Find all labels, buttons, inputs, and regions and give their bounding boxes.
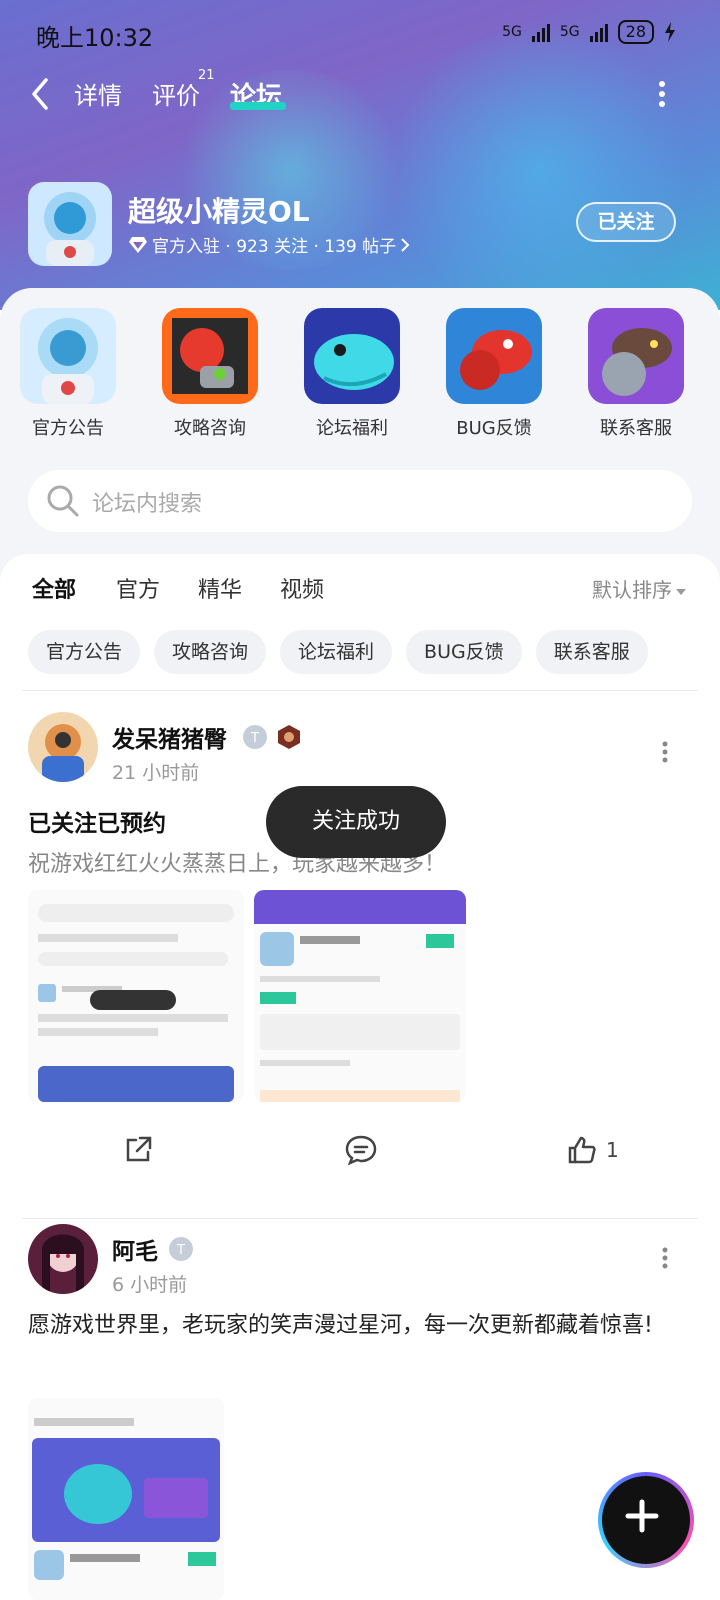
official-notice-icon <box>20 308 116 404</box>
review-count: 21 <box>198 68 215 83</box>
active-filter-indicator <box>36 604 74 612</box>
category-label: 官方公告 <box>32 418 104 439</box>
category-label: 联系客服 <box>600 418 672 439</box>
status-bar: 晚上10:32 5G 5G 28 <box>0 0 720 64</box>
status-icons: 5G 5G 28 <box>502 20 676 44</box>
search-input[interactable]: 论坛内搜索 <box>92 486 202 518</box>
active-tab-indicator <box>230 102 286 110</box>
filter-tab-video[interactable]: 视频 <box>280 572 324 604</box>
app-root: 晚上10:32 5G 5G 28 详情 评价 21 论坛 超级小精灵OL 官方入驻… <box>0 0 720 1600</box>
network-label: 5G <box>559 24 580 40</box>
sort-dropdown[interactable]: 默认排序 <box>592 574 686 603</box>
divider <box>22 690 698 691</box>
tab-review-label: 评价 <box>152 82 200 110</box>
avatar[interactable] <box>28 1224 98 1294</box>
search-icon <box>47 485 79 517</box>
back-arrow-icon[interactable] <box>28 76 52 112</box>
filter-tab-official[interactable]: 官方 <box>116 572 160 604</box>
thumbs-up-icon <box>568 1136 596 1164</box>
filter-tab-featured[interactable]: 精华 <box>198 572 242 604</box>
caret-down-icon <box>676 588 686 595</box>
battery-icon: 28 <box>617 20 654 44</box>
tab-review[interactable]: 评价 21 <box>152 68 215 111</box>
svg-text:T: T <box>176 1243 185 1258</box>
status-time: 晚上10:32 <box>36 24 154 52</box>
game-icon[interactable] <box>28 182 112 266</box>
like-count: 1 <box>606 1138 619 1162</box>
game-meta-text: 官方入驻 · 923 关注 · 139 帖子 <box>152 237 397 257</box>
toast-message: 关注成功 <box>266 786 446 858</box>
post-image[interactable] <box>28 890 244 1102</box>
post-title: 已关注已预约 <box>28 811 166 837</box>
signal-icon <box>531 22 550 42</box>
category-strategy[interactable]: 攻略咨询 <box>160 308 260 440</box>
follow-button[interactable]: 已关注 <box>576 202 676 242</box>
post-actions: 1 <box>0 1120 720 1180</box>
category-welfare[interactable]: 论坛福利 <box>302 308 402 440</box>
level-badge-icon: T <box>169 1237 193 1261</box>
game-info: 超级小精灵OL 官方入驻 · 923 关注 · 139 帖子 已关注 <box>28 182 692 266</box>
level-badge-icon: T <box>243 725 267 749</box>
category-support[interactable]: 联系客服 <box>586 308 686 440</box>
post-body: 愿游戏世界里，老玩家的笑声漫过星河，每一次更新都藏着惊喜! <box>28 1313 653 1338</box>
tab-detail[interactable]: 详情 <box>74 76 122 111</box>
post-time: 21 小时前 <box>112 762 200 784</box>
chip-official[interactable]: 官方公告 <box>28 630 141 674</box>
comment-icon <box>345 1135 377 1166</box>
create-post-button[interactable] <box>598 1472 694 1568</box>
author-name[interactable]: 发呆猪猪臀 <box>112 720 227 754</box>
share-icon <box>126 1136 152 1162</box>
like-button[interactable]: 1 <box>566 1132 619 1168</box>
strategy-icon <box>162 308 258 404</box>
filter-tab-all[interactable]: 全部 <box>32 572 76 604</box>
medal-badge-icon <box>278 725 300 749</box>
category-label: 攻略咨询 <box>174 418 246 439</box>
game-name: 超级小精灵OL <box>128 195 310 228</box>
chip-bug[interactable]: BUG反馈 <box>406 630 522 674</box>
avatar[interactable] <box>28 712 98 782</box>
category-official[interactable]: 官方公告 <box>18 308 118 440</box>
post-image[interactable] <box>254 890 466 1102</box>
comment-button[interactable] <box>344 1132 378 1168</box>
category-bug[interactable]: BUG反馈 <box>444 308 544 440</box>
more-menu-icon[interactable] <box>658 80 666 108</box>
chevron-right-icon <box>401 237 410 252</box>
author-name[interactable]: 阿毛 <box>112 1232 158 1266</box>
divider <box>22 1218 698 1219</box>
plus-icon <box>625 1499 659 1533</box>
category-label: 论坛福利 <box>316 418 388 439</box>
sort-label: 默认排序 <box>592 578 672 602</box>
charging-icon <box>665 22 675 42</box>
signal-icon <box>589 22 608 42</box>
post-time: 6 小时前 <box>112 1274 188 1296</box>
chip-strategy[interactable]: 攻略咨询 <box>154 630 267 674</box>
chip-welfare[interactable]: 论坛福利 <box>280 630 393 674</box>
forum-search[interactable]: 论坛内搜索 <box>28 470 692 532</box>
category-row: 官方公告 攻略咨询 论坛福利 BUG反馈 联系客服 <box>0 308 720 440</box>
bug-icon <box>446 308 542 404</box>
top-nav: 详情 评价 21 论坛 <box>0 66 720 122</box>
post-card[interactable]: 发呆猪猪臀 T 21 小时前 已关注已预约 祝游戏红红火火蒸蒸日上，玩家越来越多… <box>0 706 720 1210</box>
post-more-icon[interactable] <box>662 740 668 764</box>
share-button[interactable] <box>122 1132 154 1168</box>
post-more-icon[interactable] <box>662 1246 668 1270</box>
chip-support[interactable]: 联系客服 <box>535 630 648 674</box>
verified-diamond-icon <box>129 236 147 253</box>
svg-text:T: T <box>250 731 259 746</box>
support-icon <box>588 308 684 404</box>
network-label: 5G <box>502 24 522 40</box>
category-label: BUG反馈 <box>456 418 532 439</box>
post-image[interactable] <box>28 1398 224 1600</box>
welfare-icon <box>304 308 400 404</box>
topic-chips: 官方公告 攻略咨询 论坛福利 BUG反馈 联系客服 <box>28 630 648 674</box>
game-meta[interactable]: 官方入驻 · 923 关注 · 139 帖子 <box>128 232 410 257</box>
